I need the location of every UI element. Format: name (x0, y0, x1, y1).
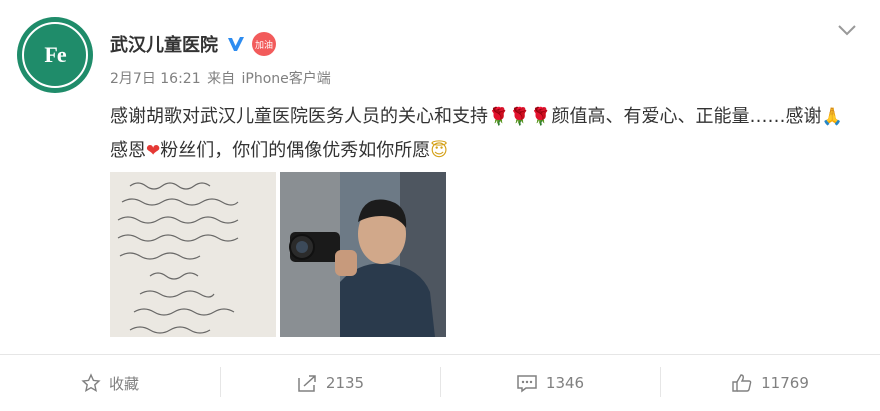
star-icon (81, 373, 101, 392)
post-text-part1: 感谢胡歌对武汉儿童医院医务人员的关心和支持 (110, 106, 488, 127)
rose-emoji-icon: 🌹 (530, 107, 552, 127)
post-date[interactable]: 2月7日 16:21 (110, 71, 201, 87)
post-text-part3: 感恩 (110, 140, 146, 161)
post-source[interactable]: iPhone客户端 (242, 71, 331, 87)
thumbs-up-icon (732, 374, 752, 392)
chevron-down-icon[interactable] (836, 22, 858, 38)
handwritten-letter-image[interactable] (110, 172, 276, 337)
comment-icon (517, 375, 537, 393)
handwritten-letter-icon (110, 172, 276, 337)
rose-emoji-icon: 🌹 (509, 107, 531, 127)
source-prefix: 来自 (207, 71, 236, 87)
post-meta: 2月7日 16:21 来自 iPhone客户端 (110, 68, 333, 88)
username-link[interactable]: 武汉儿童医院 (110, 31, 218, 57)
like-button[interactable]: 11769 (660, 355, 880, 411)
repost-icon (298, 375, 316, 392)
hospital-logo-icon: Fe (44, 42, 66, 67)
comment-button[interactable]: 1346 (440, 355, 660, 411)
post-text-part2: 颜值高、有爱心、正能量……感谢 (551, 106, 822, 127)
favorite-label: 收藏 (108, 374, 139, 393)
pray-emoji-icon: 🙏 (821, 107, 843, 127)
photo-icon (280, 172, 446, 337)
man-with-camera-photo[interactable] (280, 172, 446, 337)
smile-emoji-icon: 😇 (430, 141, 448, 161)
like-count: 11769 (761, 374, 809, 392)
favorite-button[interactable]: 收藏 (0, 355, 220, 411)
post-text: 感谢胡歌对武汉儿童医院医务人员的关心和支持🌹🌹🌹颜值高、有爱心、正能量……感谢🙏… (110, 100, 860, 168)
verified-v-icon (228, 37, 244, 51)
avatar[interactable]: Fe (17, 17, 93, 93)
action-bar: 收藏 2135 1346 11769 (0, 355, 880, 411)
repost-count: 2135 (325, 374, 365, 392)
support-badge-icon[interactable]: 加油 (252, 32, 276, 56)
name-row: 武汉儿童医院 加油 (110, 30, 276, 58)
avatar-ring: Fe (22, 22, 88, 88)
repost-button[interactable]: 2135 (220, 355, 440, 411)
heart-emoji-icon: ❤ (146, 141, 161, 161)
rose-emoji-icon: 🌹 (488, 107, 510, 127)
post-text-part4: 粉丝们，你们的偶像优秀如你所愿 (160, 140, 431, 161)
weibo-post-card: Fe 武汉儿童医院 加油 2月7日 16:21 来自 iPhone客户端 感谢胡… (0, 0, 880, 411)
comment-count: 1346 (545, 374, 585, 392)
